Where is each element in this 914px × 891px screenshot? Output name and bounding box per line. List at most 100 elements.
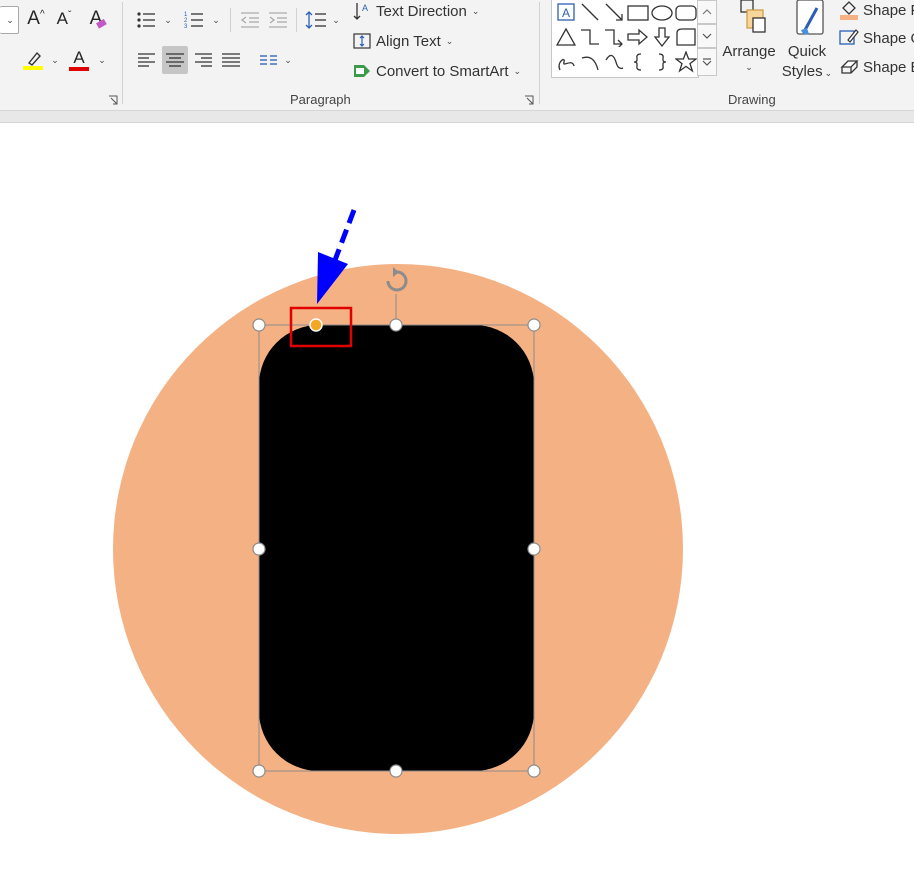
shape-rectangle[interactable] [626,0,650,24]
chevron-down-icon: ⌄ [284,54,292,65]
shape-outline-button[interactable]: Shape Outline [838,28,914,48]
align-text-icon [352,31,372,51]
resize-handle-right[interactable] [527,542,541,556]
arrange-icon [740,0,766,33]
shape-right-brace[interactable] [650,50,674,74]
font-color-button[interactable]: A [66,46,92,74]
svg-text:3: 3 [184,24,188,29]
drawing-group-label: Drawing [728,92,776,107]
shape-effects-button[interactable]: Shape Effects [838,57,914,77]
decrease-indent-button[interactable] [238,8,262,32]
shape-curve[interactable] [602,50,626,74]
slide-canvas[interactable] [0,123,914,891]
shape-arrow-line[interactable] [602,0,626,24]
justify-icon [222,53,240,67]
eraser-icon [96,19,108,29]
grow-font-button[interactable]: A ^ [24,6,48,32]
triangle-icon [556,27,576,46]
shape-textbox[interactable]: A [554,0,578,24]
convert-to-smartart-button[interactable]: Convert to SmartArt ⌄ [352,60,521,82]
numbering-button[interactable]: 123 [182,8,206,32]
text-direction-button[interactable]: A Text Direction ⌄ [352,0,479,22]
increase-indent-icon [269,12,287,28]
down-arrow-icon [653,27,671,47]
align-right-button[interactable] [190,46,216,74]
shape-rounded-rectangle[interactable] [674,0,698,24]
resize-handle-bottom-left[interactable] [252,764,266,778]
line-spacing-dropdown[interactable]: ⌄ [328,10,342,30]
shape-fill-button[interactable]: Shape Fill [838,0,914,20]
highlighter-button[interactable] [20,46,46,74]
justify-button[interactable] [218,46,244,74]
button-separator [230,8,231,32]
shape-snip-rectangle[interactable] [674,25,698,49]
left-brace-icon [633,53,642,71]
clear-formatting-button[interactable]: A [86,6,112,32]
line-spacing-button[interactable] [304,8,328,32]
shape-right-arrow[interactable] [626,25,650,49]
elbow-connector-icon [581,29,599,45]
shape-left-brace[interactable] [626,50,650,74]
resize-handle-bottom-right[interactable] [527,764,541,778]
resize-handle-bottom[interactable] [389,764,403,778]
black-rounded-rectangle-shape[interactable] [259,325,534,771]
align-center-button[interactable] [162,46,188,74]
more-icon [702,58,712,66]
resize-handle-top-right[interactable] [527,318,541,332]
corner-radius-adjust-handle[interactable] [309,318,323,332]
paragraph-group-label: Paragraph [290,92,351,107]
shape-oval[interactable] [650,0,674,24]
group-separator [539,2,540,104]
quick-styles-button[interactable]: Quick Styles ⌄ [778,0,836,82]
shape-freeform[interactable] [554,50,578,74]
bullets-dropdown[interactable]: ⌄ [160,10,174,30]
highlighter-dropdown[interactable]: ⌄ [47,50,61,70]
line-icon [581,3,599,21]
ribbon-shadow [0,111,914,122]
align-text-button[interactable]: Align Text ⌄ [352,30,453,52]
font-color-dropdown[interactable]: ⌄ [94,50,108,70]
ribbon: ⌄ A ^ Aˇ A ⌄ A ⌄ ⌄ 123 ⌄ ⌄ A Text Direct… [0,0,914,110]
resize-handle-top-left[interactable] [252,318,266,332]
button-separator [296,8,297,32]
shape-line[interactable] [578,0,602,24]
gallery-more-button[interactable] [697,48,717,76]
numbering-dropdown[interactable]: ⌄ [208,10,222,30]
arrange-button[interactable]: Arrange ⌄ [720,0,778,82]
font-dialog-launcher-icon[interactable] [108,95,118,105]
shape-arc[interactable] [578,50,602,74]
chevron-up-icon [702,9,712,15]
resize-handle-left[interactable] [252,542,266,556]
pen-outline-icon [839,29,859,45]
shapes-gallery[interactable]: A [551,0,699,78]
shape-star[interactable] [674,50,698,74]
paragraph-dialog-launcher-icon[interactable] [524,95,534,105]
increase-indent-button[interactable] [266,8,290,32]
right-arrow-icon [627,28,648,46]
right-brace-icon [658,53,667,71]
caret-down-icon: ˇ [68,9,72,21]
shape-elbow-arrow[interactable] [602,25,626,49]
oval-icon [651,5,673,21]
resize-handle-top[interactable] [389,318,403,332]
chevron-down-icon: ⌄ [212,14,220,25]
curve-icon [605,54,624,70]
decrease-indent-icon [240,12,259,28]
chevron-down-icon: ⌄ [445,35,454,46]
shape-elbow-connector[interactable] [578,25,602,49]
gallery-scroll-down[interactable] [697,24,717,48]
font-color-swatch [69,67,89,71]
numbered-list-icon: 123 [184,12,203,29]
align-left-button[interactable] [134,46,160,74]
bullets-button[interactable] [134,8,158,32]
shrink-font-button[interactable]: Aˇ [52,6,76,32]
font-size-dropdown[interactable]: ⌄ [0,6,19,34]
text-direction-icon: A [352,1,372,21]
columns-button[interactable] [256,46,282,74]
columns-dropdown[interactable]: ⌄ [280,50,294,70]
gallery-scroll-up[interactable] [697,0,717,24]
shape-triangle[interactable] [554,25,578,49]
quick-styles-icon [796,0,824,35]
shape-down-arrow[interactable] [650,25,674,49]
rectangle-icon [627,5,649,21]
